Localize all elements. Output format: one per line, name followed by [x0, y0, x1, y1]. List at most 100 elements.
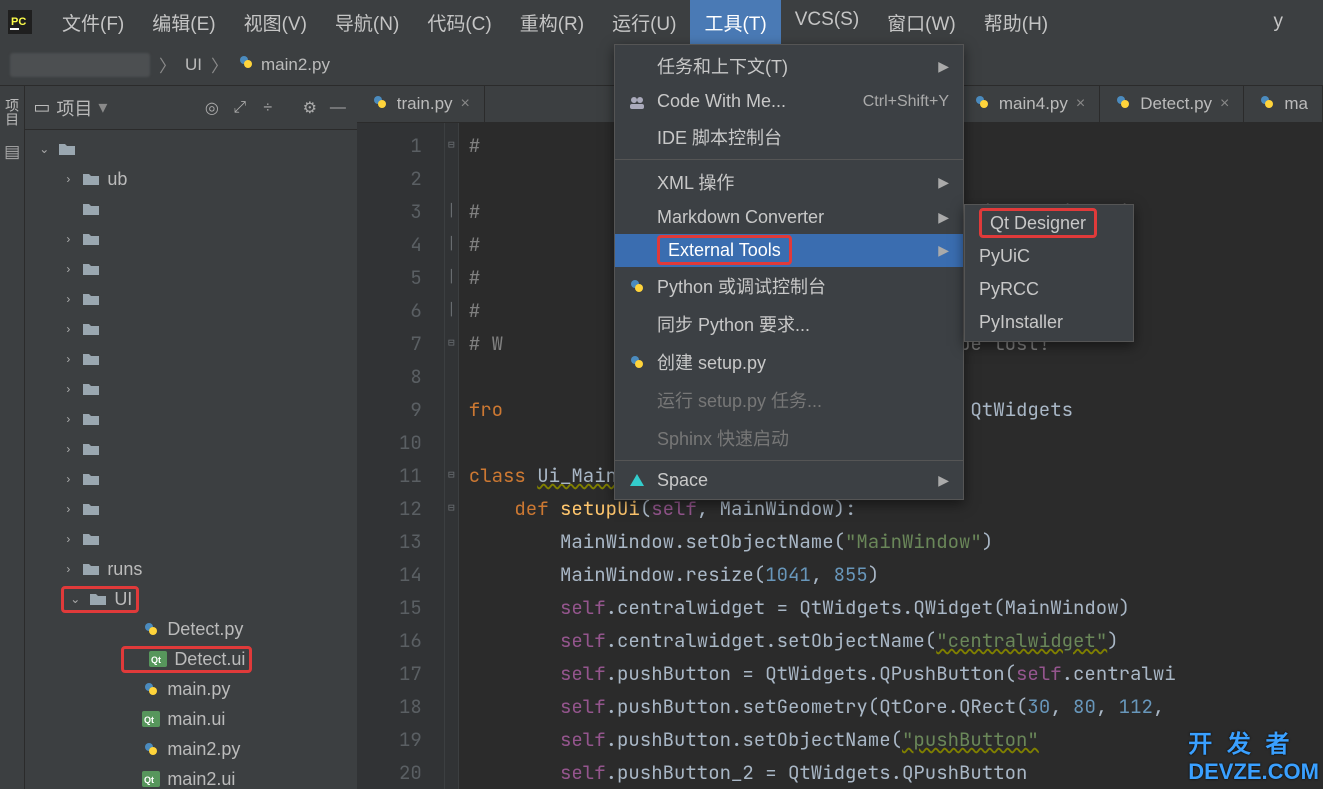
- project-tree[interactable]: ⌄›ub››››››››››››runs⌄UIDetect.pyQtDetect…: [25, 130, 356, 789]
- menu-item[interactable]: External Tools▶: [615, 234, 963, 267]
- tree-item-13[interactable]: ›: [25, 524, 356, 554]
- tree-item-UI[interactable]: ⌄UI: [25, 584, 356, 614]
- tree-label: ub: [107, 169, 127, 190]
- chevron-down-icon[interactable]: ⌄: [68, 592, 82, 606]
- tree-item-5[interactable]: ›: [25, 284, 356, 314]
- menu-item[interactable]: 创建 setup.py: [615, 343, 963, 381]
- tree-item-4[interactable]: ›: [25, 254, 356, 284]
- tree-item-ub[interactable]: › ub: [25, 164, 356, 194]
- python-icon: [141, 619, 161, 639]
- collapse-icon[interactable]: ÷: [257, 97, 279, 119]
- fold-gutter[interactable]: ⊟││││⊟⊟⊟: [445, 123, 459, 789]
- submenu-item[interactable]: PyInstaller: [965, 306, 1133, 339]
- close-icon[interactable]: ×: [1220, 95, 1229, 113]
- menu-item[interactable]: Python 或调试控制台: [615, 267, 963, 305]
- submenu-item[interactable]: Qt Designer: [965, 207, 1133, 240]
- menu-item[interactable]: Space▶: [615, 464, 963, 497]
- tab-label: Detect.py: [1140, 94, 1212, 114]
- watermark: 开 发 者 DEVZE.COM: [1188, 724, 1319, 785]
- menu-item[interactable]: 同步 Python 要求...: [615, 305, 963, 343]
- chevron-down-icon[interactable]: ⌄: [37, 142, 51, 156]
- chevron-right-icon: 〉: [211, 52, 228, 77]
- chevron-right-icon[interactable]: ›: [61, 442, 75, 456]
- tree-item-6[interactable]: ›: [25, 314, 356, 344]
- line-gutter[interactable]: 1234567891011121314151617181920: [357, 123, 445, 789]
- chevron-right-icon[interactable]: ›: [61, 352, 75, 366]
- tree-item-2[interactable]: [25, 194, 356, 224]
- menu-10[interactable]: 帮助(H): [970, 0, 1062, 46]
- chevron-right-icon[interactable]: ›: [61, 532, 75, 546]
- menu-item-label: IDE 脚本控制台: [657, 124, 949, 150]
- menu-8[interactable]: VCS(S): [781, 0, 873, 46]
- highlight-box: Qt Designer: [979, 208, 1097, 238]
- tree-item-7[interactable]: ›: [25, 344, 356, 374]
- tree-item-runs[interactable]: ›runs: [25, 554, 356, 584]
- tree-item-11[interactable]: ›: [25, 464, 356, 494]
- chevron-right-icon[interactable]: ›: [61, 562, 75, 576]
- tools-menu[interactable]: 任务和上下文(T)▶Code With Me...Ctrl+Shift+Y IDE…: [614, 44, 964, 500]
- editor-tab[interactable]: train.py×: [357, 86, 485, 122]
- folder-icon: [81, 499, 101, 519]
- chevron-right-icon[interactable]: ›: [61, 412, 75, 426]
- chevron-right-icon[interactable]: ›: [61, 172, 75, 186]
- tree-item-main.py[interactable]: main.py: [25, 674, 356, 704]
- python-icon: [237, 53, 255, 76]
- folder-icon: [81, 559, 101, 579]
- menu-0[interactable]: 文件(F): [48, 0, 138, 46]
- chevron-right-icon[interactable]: ›: [61, 322, 75, 336]
- tree-item-0[interactable]: ⌄: [25, 134, 356, 164]
- breadcrumb-ui[interactable]: UI: [185, 55, 202, 75]
- menu-2[interactable]: 视图(V): [230, 0, 321, 46]
- menu-6[interactable]: 运行(U): [598, 0, 690, 46]
- menu-7[interactable]: 工具(T): [690, 0, 780, 46]
- submenu-item[interactable]: PyRCC: [965, 273, 1133, 306]
- tree-item-Detect.py[interactable]: Detect.py: [25, 614, 356, 644]
- submenu-item[interactable]: PyUiC: [965, 240, 1133, 273]
- chevron-right-icon[interactable]: ›: [61, 262, 75, 276]
- menu-9[interactable]: 窗口(W): [873, 0, 970, 46]
- menu-item[interactable]: XML 操作▶: [615, 163, 963, 201]
- file-icon[interactable]: ▤: [4, 142, 20, 162]
- tree-item-10[interactable]: ›: [25, 434, 356, 464]
- chevron-right-icon[interactable]: ›: [61, 502, 75, 516]
- tree-item-Detect.ui[interactable]: QtDetect.ui: [25, 644, 356, 674]
- close-icon[interactable]: ×: [461, 95, 470, 113]
- editor-tab[interactable]: main4.py×: [959, 86, 1100, 122]
- tree-item-main.ui[interactable]: Qtmain.ui: [25, 704, 356, 734]
- editor-tab[interactable]: Detect.py ×: [1100, 86, 1244, 122]
- chevron-right-icon[interactable]: ›: [61, 382, 75, 396]
- menu-item[interactable]: Markdown Converter▶: [615, 201, 963, 234]
- menu-item[interactable]: IDE 脚本控制台: [615, 118, 963, 156]
- chevron-right-icon[interactable]: ›: [61, 292, 75, 306]
- menu-5[interactable]: 重构(R): [506, 0, 598, 46]
- external-tools-submenu[interactable]: Qt DesignerPyUiCPyRCCPyInstaller: [964, 204, 1134, 342]
- menu-4[interactable]: 代码(C): [413, 0, 505, 46]
- expand-icon[interactable]: ⤢: [229, 97, 251, 119]
- menu-1[interactable]: 编辑(E): [138, 0, 229, 46]
- tab-label: ma: [1284, 94, 1308, 114]
- tree-item-3[interactable]: ›: [25, 224, 356, 254]
- minimize-icon[interactable]: —: [327, 97, 349, 119]
- submenu-arrow-icon: ▶: [938, 242, 949, 259]
- tree-item-8[interactable]: ›: [25, 374, 356, 404]
- menu-3[interactable]: 导航(N): [321, 0, 413, 46]
- svg-text:Qt: Qt: [144, 775, 154, 785]
- project-title: 项目: [56, 95, 92, 121]
- folder-icon: [81, 169, 101, 189]
- tree-item-12[interactable]: ›: [25, 494, 356, 524]
- editor-tab[interactable]: ma: [1244, 86, 1323, 122]
- tree-item-main2.ui[interactable]: Qtmain2.ui: [25, 764, 356, 789]
- close-icon[interactable]: ×: [1076, 95, 1085, 113]
- tree-item-9[interactable]: ›: [25, 404, 356, 434]
- chevron-right-icon[interactable]: ›: [61, 232, 75, 246]
- menu-item[interactable]: 任务和上下文(T)▶: [615, 47, 963, 85]
- dropdown-arrow-icon[interactable]: ▾: [98, 97, 107, 118]
- rail-project-button[interactable]: 项目: [2, 98, 22, 126]
- gear-icon[interactable]: ⚙: [299, 97, 321, 119]
- target-icon[interactable]: ◎: [201, 97, 223, 119]
- chevron-right-icon[interactable]: ›: [61, 472, 75, 486]
- menu-separator: [615, 460, 963, 461]
- tree-item-main2.py[interactable]: main2.py: [25, 734, 356, 764]
- breadcrumb-main2py[interactable]: main2.py: [237, 53, 330, 76]
- menu-item[interactable]: Code With Me...Ctrl+Shift+Y: [615, 85, 963, 118]
